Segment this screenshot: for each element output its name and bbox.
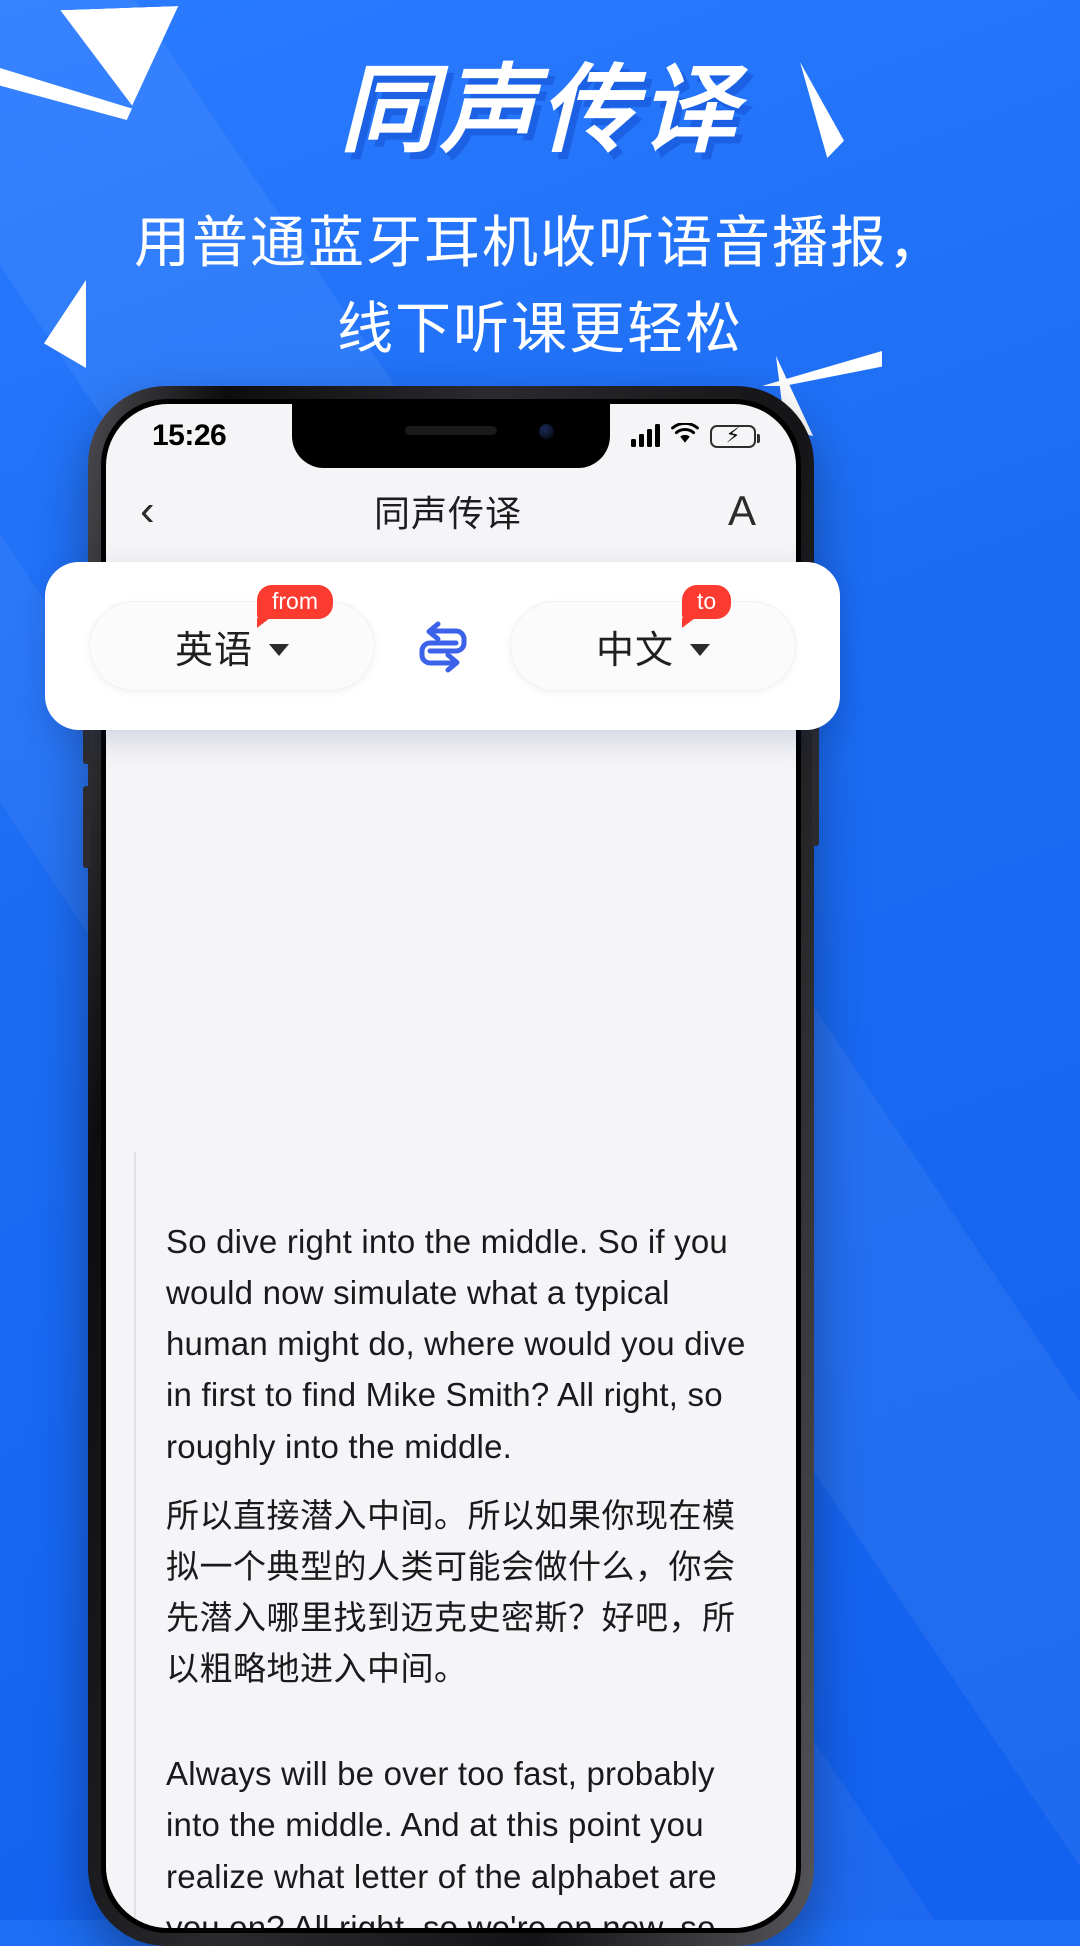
transcript-block: So dive right into the middle. So if you…	[166, 1216, 750, 1694]
wifi-icon	[671, 421, 699, 450]
target-language-selector[interactable]: 中文 to	[510, 585, 796, 691]
chevron-down-icon	[690, 644, 710, 656]
hero-subtitle-line-1: 用普通蓝牙耳机收听语音播报，	[134, 210, 946, 274]
transcript-source-text: So dive right into the middle. So if you…	[166, 1223, 746, 1465]
transcript-source-text: Always will be over too fast, probably i…	[166, 1755, 717, 1928]
phone-volume-down-button	[83, 786, 90, 868]
target-language-label: 中文	[595, 629, 674, 672]
source-language-badge: from	[257, 585, 333, 628]
transcript-scroll-area[interactable]: So dive right into the middle. So if you…	[106, 1152, 796, 1928]
phone-power-button	[812, 726, 819, 846]
hero-subtitle: 用普通蓝牙耳机收听语音播报， 线下听课更轻松	[0, 200, 1080, 374]
battery-charging-icon: ⚡	[710, 424, 760, 448]
font-size-icon[interactable]: A	[702, 490, 756, 532]
status-bar: 15:26 ⚡	[106, 404, 796, 468]
source-language-label: 英语	[174, 629, 253, 672]
hero-subtitle-line-2: 线下听课更轻松	[337, 297, 743, 361]
cellular-signal-icon	[631, 424, 660, 447]
charging-bolt-icon: ⚡	[725, 424, 741, 448]
source-language-selector[interactable]: 英语 from	[89, 585, 375, 691]
page-title: 同声传译	[373, 493, 522, 534]
status-bar-clock: 15:26	[152, 419, 227, 452]
target-language-badge: to	[682, 585, 732, 628]
swap-languages-button[interactable]	[405, 608, 481, 684]
app-nav-bar: ‹ 同声传译 A	[106, 468, 796, 554]
hero-section: 同声传译 用普通蓝牙耳机收听语音播报， 线下听课更轻松	[0, 0, 1080, 373]
transcript-block: Always will be over too fast, probably i…	[166, 1748, 750, 1928]
hero-title: 同声传译	[340, 57, 740, 164]
language-selector-card: 英语 from 中文 to	[45, 562, 840, 730]
status-bar-icons: ⚡	[631, 421, 760, 450]
chevron-down-icon	[269, 644, 289, 656]
transcript-translated-text: 所以直接潜入中间。所以如果你现在模拟一个典型的人类可能会做什么，你会先潜入哪里找…	[166, 1496, 736, 1688]
back-chevron-icon[interactable]: ‹	[140, 489, 194, 533]
swap-languages-icon	[419, 621, 466, 673]
